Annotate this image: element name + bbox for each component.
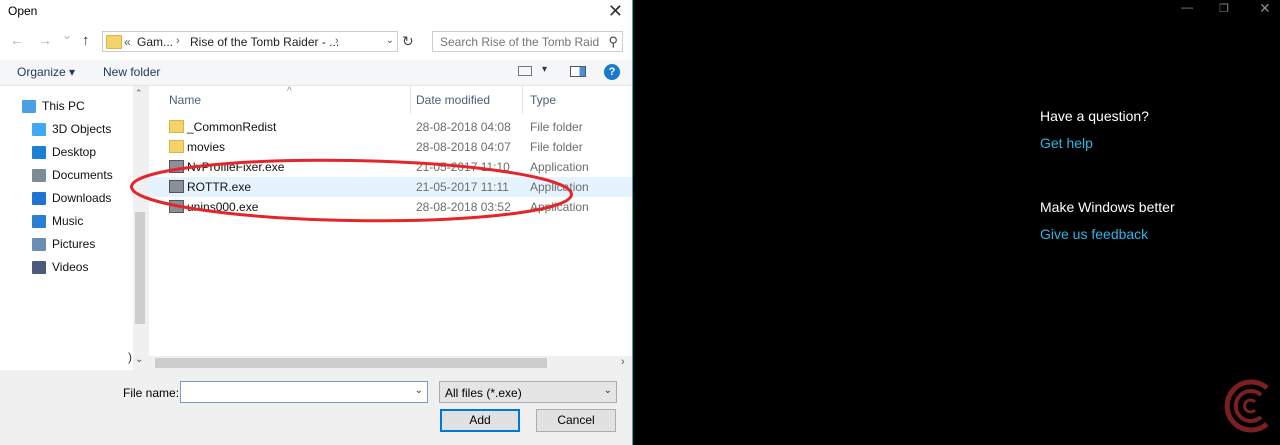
nav-item[interactable]: Music xyxy=(32,211,83,231)
file-name: _CommonRedist xyxy=(187,120,277,134)
nav-item-label: Documents xyxy=(52,168,113,182)
scroll-down-icon[interactable]: ⌄ xyxy=(135,354,143,365)
add-button[interactable]: Add xyxy=(440,409,520,432)
column-header-type[interactable]: Type xyxy=(522,86,632,114)
nav-item[interactable]: Pictures xyxy=(32,234,95,254)
file-type-dropdown-icon[interactable]: ⌄ xyxy=(604,385,612,396)
dialog-titlebar: Open ✕ xyxy=(0,0,632,24)
file-date-modified: 28-08-2018 04:08 xyxy=(416,120,511,134)
dialog-footer: File name: ⌄ All files (*.exe) ⌄ Add Can… xyxy=(0,371,632,445)
back-arrow-icon[interactable]: ← xyxy=(10,32,24,48)
make-windows-better-heading: Make Windows better xyxy=(1040,199,1175,215)
column-type-label: Type xyxy=(530,93,557,107)
breadcrumb-games[interactable]: Gam... xyxy=(137,35,173,49)
pictures-icon xyxy=(32,237,46,251)
nav-item-label: Desktop xyxy=(52,145,97,159)
file-name-combobox[interactable]: ⌄ xyxy=(180,381,428,403)
help-icon[interactable]: ? xyxy=(604,64,620,80)
forward-arrow-icon[interactable]: → xyxy=(38,32,52,48)
breadcrumb-overflow[interactable]: « xyxy=(124,35,131,49)
column-header-name[interactable]: Name ^ xyxy=(161,86,411,114)
open-dialog: Open ✕ ← → ⌄ ↑ « Gam... › Rise of the To… xyxy=(0,0,633,445)
file-type: Application xyxy=(530,160,589,174)
file-name-dropdown-icon[interactable]: ⌄ xyxy=(415,385,423,396)
view-options-dropdown-icon[interactable]: ▾ xyxy=(542,64,547,75)
have-a-question-heading: Have a question? xyxy=(1040,108,1149,124)
file-type-filter[interactable]: All files (*.exe) ⌄ xyxy=(439,381,617,403)
scroll-up-icon[interactable]: ⌃ xyxy=(135,88,143,99)
navigation-pane: This PC 3D Objects Desktop Documents Downloa… xyxy=(0,86,148,370)
command-toolbar: Organize ▾ New folder ▾ ? xyxy=(0,60,632,86)
documents-icon xyxy=(32,168,46,182)
3d-objects-icon xyxy=(32,122,46,136)
column-name-label: Name xyxy=(169,93,202,107)
file-name-label: File name: xyxy=(123,386,180,400)
sort-ascending-icon: ^ xyxy=(287,86,292,97)
this-pc-icon xyxy=(22,99,36,113)
minimize-button[interactable]: — xyxy=(1181,0,1193,14)
scroll-thumb[interactable] xyxy=(135,212,145,324)
breadcrumb-separator-icon[interactable]: › xyxy=(176,35,180,47)
file-name-input[interactable] xyxy=(185,384,409,400)
address-bar[interactable]: « Gam... › Rise of the Tomb Raider - ...… xyxy=(102,31,398,52)
breadcrumb-separator-icon[interactable]: › xyxy=(335,35,339,47)
new-folder-button[interactable]: New folder xyxy=(103,65,160,79)
restore-button[interactable]: ❐ xyxy=(1219,2,1229,15)
file-list-horizontal-scrollbar[interactable]: › xyxy=(149,356,632,370)
scroll-right-icon[interactable]: › xyxy=(621,356,625,368)
help-panel xyxy=(634,0,1280,445)
nav-item[interactable]: 3D Objects xyxy=(32,119,111,139)
refresh-icon[interactable]: ↻ xyxy=(402,33,414,50)
file-row[interactable]: _CommonRedist 28-08-2018 04:08 File folder xyxy=(149,117,632,137)
desktop-icon xyxy=(32,145,46,159)
site-watermark-logo xyxy=(1224,379,1269,433)
address-dropdown-icon[interactable]: ⌄ xyxy=(386,35,394,46)
file-type-filter-value: All files (*.exe) xyxy=(445,386,522,400)
dialog-close-button[interactable]: ✕ xyxy=(608,0,623,22)
column-date-label: Date modified xyxy=(416,93,491,107)
nav-pane-scroll-indicator: ) xyxy=(128,350,132,364)
videos-icon xyxy=(32,260,46,274)
recent-locations-chevron-icon[interactable]: ⌄ xyxy=(62,28,72,42)
file-date-modified: 28-08-2018 04:07 xyxy=(416,140,511,154)
search-icon[interactable]: ⚲ xyxy=(608,34,618,50)
close-window-button[interactable]: ✕ xyxy=(1259,0,1271,17)
file-type: File folder xyxy=(530,140,583,154)
music-icon xyxy=(32,214,46,228)
nav-item[interactable]: Videos xyxy=(32,257,88,277)
nav-item[interactable]: This PC xyxy=(22,96,85,116)
nav-item-label: This PC xyxy=(42,99,85,113)
file-type: File folder xyxy=(530,120,583,134)
search-box[interactable]: ⚲ xyxy=(432,31,623,52)
folder-icon xyxy=(169,140,184,153)
preview-pane-icon[interactable] xyxy=(570,66,586,77)
organize-button[interactable]: Organize ▾ xyxy=(17,65,75,79)
file-row[interactable]: movies 28-08-2018 04:07 File folder xyxy=(149,137,632,157)
dialog-title: Open xyxy=(8,4,38,18)
nav-item[interactable]: Downloads xyxy=(32,188,111,208)
folder-icon xyxy=(169,120,184,133)
file-list: Name ^ Date modified Type _CommonRedist 2… xyxy=(149,86,632,370)
nav-item-label: Pictures xyxy=(52,237,96,251)
search-input[interactable] xyxy=(438,34,602,50)
scroll-thumb[interactable] xyxy=(155,358,547,368)
cancel-button[interactable]: Cancel xyxy=(536,409,616,432)
nav-pane-scrollbar[interactable]: ⌃ ⌄ xyxy=(133,86,148,370)
up-arrow-icon[interactable]: ↑ xyxy=(82,32,90,49)
column-header-date[interactable]: Date modified xyxy=(408,86,523,114)
folder-icon xyxy=(106,35,122,49)
nav-item-label: Videos xyxy=(52,260,89,274)
nav-item[interactable]: Documents xyxy=(32,165,113,185)
nav-item-label: Downloads xyxy=(52,191,112,205)
change-view-icon[interactable] xyxy=(518,66,532,76)
nav-item-label: 3D Objects xyxy=(52,122,112,136)
file-name: movies xyxy=(187,140,226,154)
breadcrumb-game-folder[interactable]: Rise of the Tomb Raider - ... xyxy=(190,35,339,49)
nav-item-label: Music xyxy=(52,214,84,228)
give-feedback-link[interactable]: Give us feedback xyxy=(1040,226,1148,242)
nav-item[interactable]: Desktop xyxy=(32,142,96,162)
get-help-link[interactable]: Get help xyxy=(1040,135,1093,151)
downloads-icon xyxy=(32,191,46,205)
